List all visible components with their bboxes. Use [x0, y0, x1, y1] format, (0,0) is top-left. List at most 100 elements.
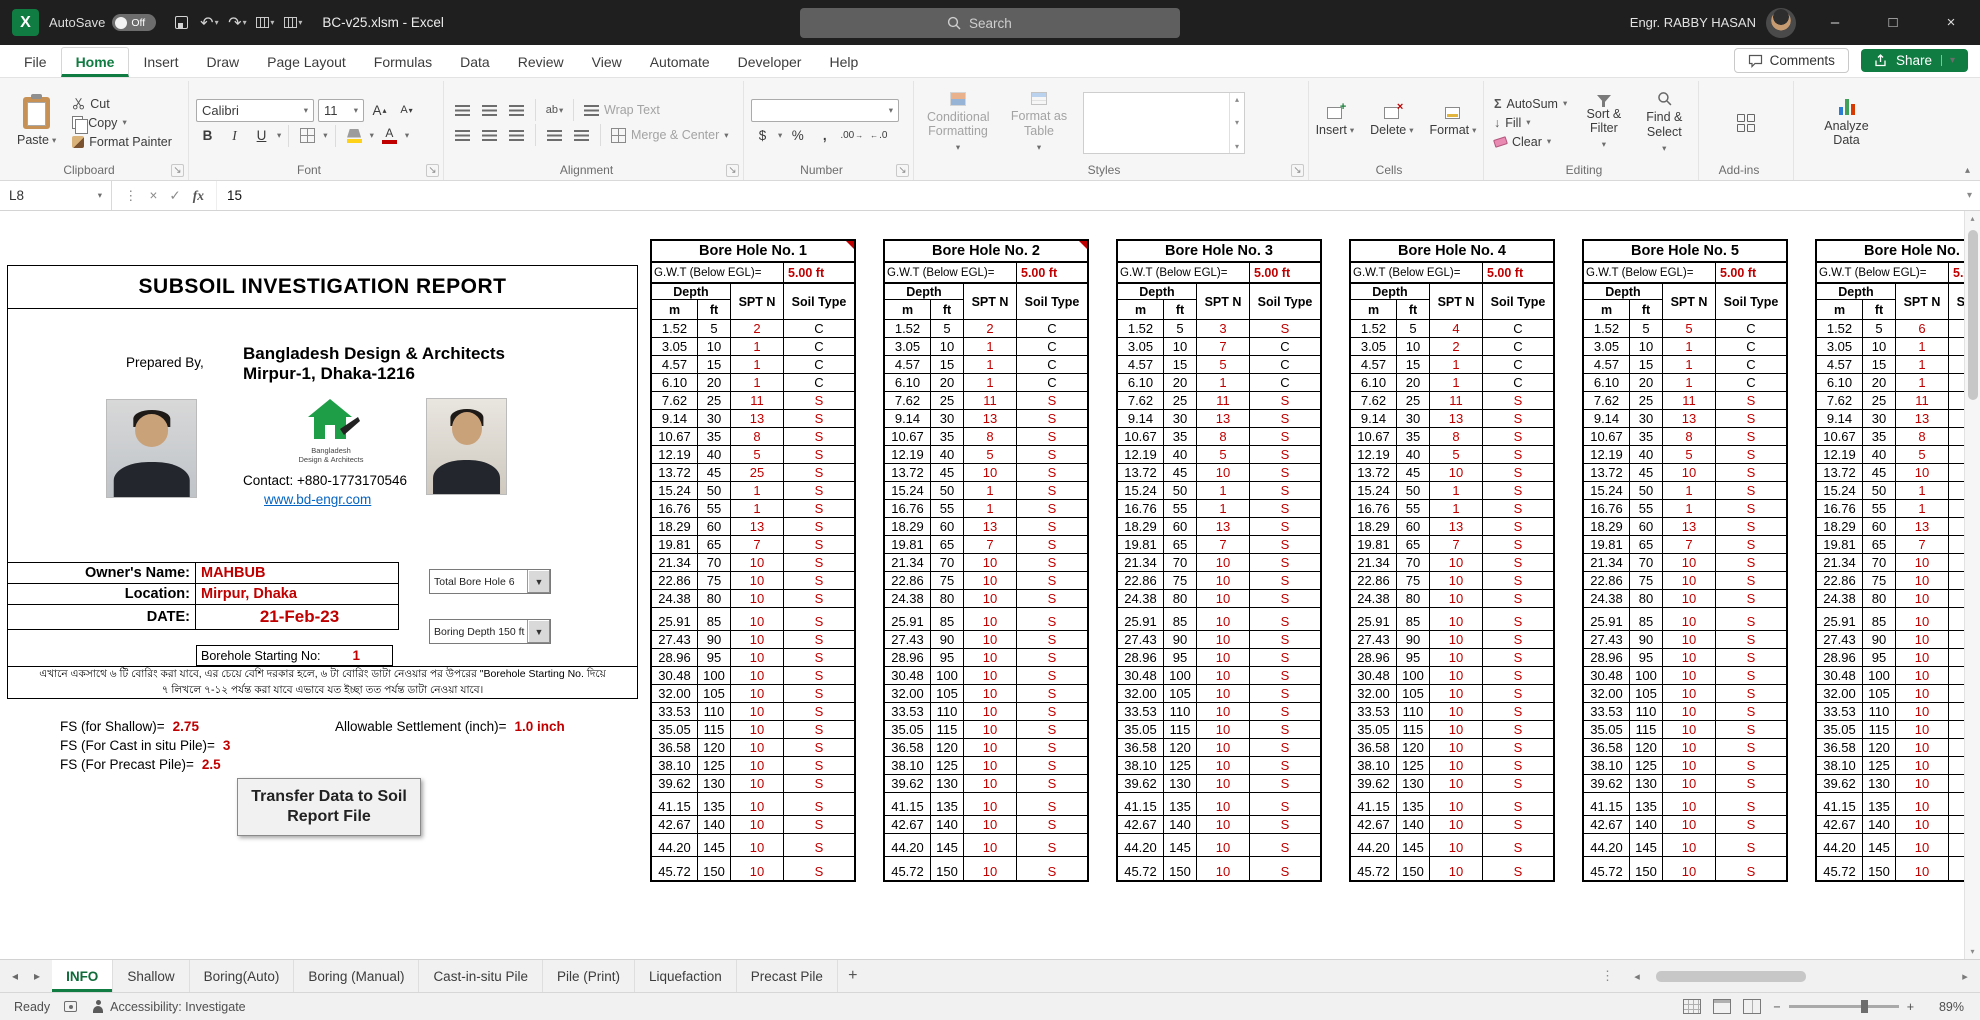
cell-spt[interactable]: 10 [1430, 775, 1483, 793]
cell-depth-m[interactable]: 30.48 [1817, 667, 1863, 685]
cell-depth-ft[interactable]: 120 [931, 739, 964, 757]
cell-depth-ft[interactable]: 80 [931, 590, 964, 608]
cell-spt[interactable]: 1 [731, 500, 784, 518]
cell-spt[interactable]: 5 [1663, 320, 1716, 338]
cell-depth-m[interactable]: 28.96 [652, 649, 698, 667]
italic-button[interactable]: I [223, 125, 246, 147]
cell-soil[interactable]: S [1017, 721, 1087, 739]
cell-soil[interactable]: S [1483, 536, 1553, 554]
cell-soil[interactable]: S [1250, 464, 1320, 482]
cell-depth-ft[interactable]: 20 [1630, 374, 1663, 392]
cell-depth-ft[interactable]: 140 [1164, 816, 1197, 834]
cell-spt[interactable]: 10 [1197, 775, 1250, 793]
cell-soil[interactable]: S [1017, 757, 1087, 775]
cell-depth-m[interactable]: 19.81 [1817, 536, 1863, 554]
cell-depth-ft[interactable]: 60 [1863, 518, 1896, 536]
cell-depth-m[interactable]: 21.34 [1351, 554, 1397, 572]
redo-button[interactable]: ↷▾ [224, 8, 250, 38]
cell-depth-ft[interactable]: 115 [1630, 721, 1663, 739]
cell-soil[interactable]: C [1716, 320, 1786, 338]
cell-depth-m[interactable]: 27.43 [1584, 631, 1630, 649]
cell-soil[interactable]: S [1483, 482, 1553, 500]
cell-depth-m[interactable]: 10.67 [652, 428, 698, 446]
cell-spt[interactable]: 10 [1896, 590, 1949, 608]
cell-depth-ft[interactable]: 100 [698, 667, 731, 685]
cell-spt[interactable]: 10 [1197, 862, 1250, 880]
total-bore-hole-arrow-icon[interactable]: ▼ [527, 570, 550, 593]
cell-soil[interactable]: S [1250, 667, 1320, 685]
cell-depth-m[interactable]: 13.72 [1584, 464, 1630, 482]
cell-soil[interactable]: S [784, 428, 854, 446]
cell-spt[interactable]: 10 [964, 839, 1017, 857]
cell-soil[interactable]: S [784, 631, 854, 649]
cell-depth-ft[interactable]: 55 [1630, 500, 1663, 518]
cell-depth-m[interactable]: 10.67 [885, 428, 931, 446]
cell-spt[interactable]: 10 [1663, 590, 1716, 608]
ribbon-tab-formulas[interactable]: Formulas [360, 48, 446, 77]
cell-soil[interactable]: S [1250, 703, 1320, 721]
font-dialog-launcher[interactable]: ↘ [426, 164, 439, 177]
cell-soil[interactable]: S [1716, 613, 1786, 631]
cell-spt[interactable]: 10 [964, 613, 1017, 631]
cell-spt[interactable]: 1 [1663, 482, 1716, 500]
cancel-entry-button[interactable]: × [150, 188, 158, 203]
cell-spt[interactable]: 10 [731, 613, 784, 631]
cell-depth-m[interactable]: 12.19 [1584, 446, 1630, 464]
sheet-bar-menu-dots[interactable]: ⋮ [1597, 968, 1618, 984]
cell-depth-m[interactable]: 1.52 [1351, 320, 1397, 338]
cell-depth-ft[interactable]: 85 [1397, 613, 1430, 631]
decrease-font-button[interactable]: A▾ [395, 99, 418, 121]
cell-soil[interactable]: S [1716, 649, 1786, 667]
cell-depth-m[interactable]: 28.96 [1351, 649, 1397, 667]
cell-soil[interactable]: S [1250, 816, 1320, 834]
boring-depth-dropdown[interactable]: Boring Depth 150 ft ▼ [429, 619, 551, 644]
cell-soil[interactable]: C [784, 320, 854, 338]
cell-soil[interactable]: S [1716, 392, 1786, 410]
increase-indent-button[interactable] [570, 124, 593, 146]
cell-spt[interactable]: 8 [1663, 428, 1716, 446]
cell-depth-m[interactable]: 10.67 [1118, 428, 1164, 446]
cell-depth-m[interactable]: 28.96 [1584, 649, 1630, 667]
cell-depth-ft[interactable]: 70 [1630, 554, 1663, 572]
fill-button[interactable]: ↓Fill▾ [1491, 115, 1570, 131]
cell-soil[interactable]: S [1250, 590, 1320, 608]
cell-depth-m[interactable]: 42.67 [1118, 816, 1164, 834]
cell-depth-m[interactable]: 27.43 [1118, 631, 1164, 649]
cell-depth-m[interactable]: 18.29 [1584, 518, 1630, 536]
cell-spt[interactable]: 7 [1896, 536, 1949, 554]
cell-soil[interactable]: S [1017, 862, 1087, 880]
cell-soil[interactable]: S [1250, 536, 1320, 554]
clipboard-dialog-launcher[interactable]: ↘ [171, 164, 184, 177]
cell-depth-m[interactable]: 15.24 [1118, 482, 1164, 500]
cell-depth-m[interactable]: 41.15 [1817, 798, 1863, 816]
cell-depth-ft[interactable]: 130 [1630, 775, 1663, 793]
cell-spt[interactable]: 13 [964, 518, 1017, 536]
cell-soil[interactable]: S [784, 721, 854, 739]
cell-depth-ft[interactable]: 60 [1164, 518, 1197, 536]
cell-depth-ft[interactable]: 75 [1630, 572, 1663, 590]
cell-spt[interactable]: 10 [1896, 554, 1949, 572]
orientation-button[interactable]: ab▾ [543, 99, 566, 121]
cell-depth-m[interactable]: 33.53 [1351, 703, 1397, 721]
underline-button[interactable]: U [250, 125, 273, 147]
cell-depth-ft[interactable]: 100 [1630, 667, 1663, 685]
cell-depth-ft[interactable]: 135 [1164, 798, 1197, 816]
cell-spt[interactable]: 10 [1663, 685, 1716, 703]
cell-soil[interactable]: S [1017, 446, 1087, 464]
cell-depth-ft[interactable]: 40 [1397, 446, 1430, 464]
cell-depth-m[interactable]: 15.24 [885, 482, 931, 500]
cell-depth-m[interactable]: 9.14 [1118, 410, 1164, 428]
cell-depth-ft[interactable]: 50 [931, 482, 964, 500]
cell-depth-m[interactable]: 9.14 [885, 410, 931, 428]
cell-spt[interactable]: 1 [731, 482, 784, 500]
cell-depth-m[interactable]: 13.72 [1351, 464, 1397, 482]
cell-depth-ft[interactable]: 55 [1164, 500, 1197, 518]
cell-depth-m[interactable]: 4.57 [1817, 356, 1863, 374]
cell-depth-m[interactable]: 42.67 [1351, 816, 1397, 834]
cell-spt[interactable]: 5 [1430, 446, 1483, 464]
cell-spt[interactable]: 10 [1896, 464, 1949, 482]
cell-soil[interactable]: C [1483, 320, 1553, 338]
cell-soil[interactable]: C [1250, 374, 1320, 392]
cell-depth-ft[interactable]: 130 [1164, 775, 1197, 793]
cell-spt[interactable]: 1 [1896, 356, 1949, 374]
